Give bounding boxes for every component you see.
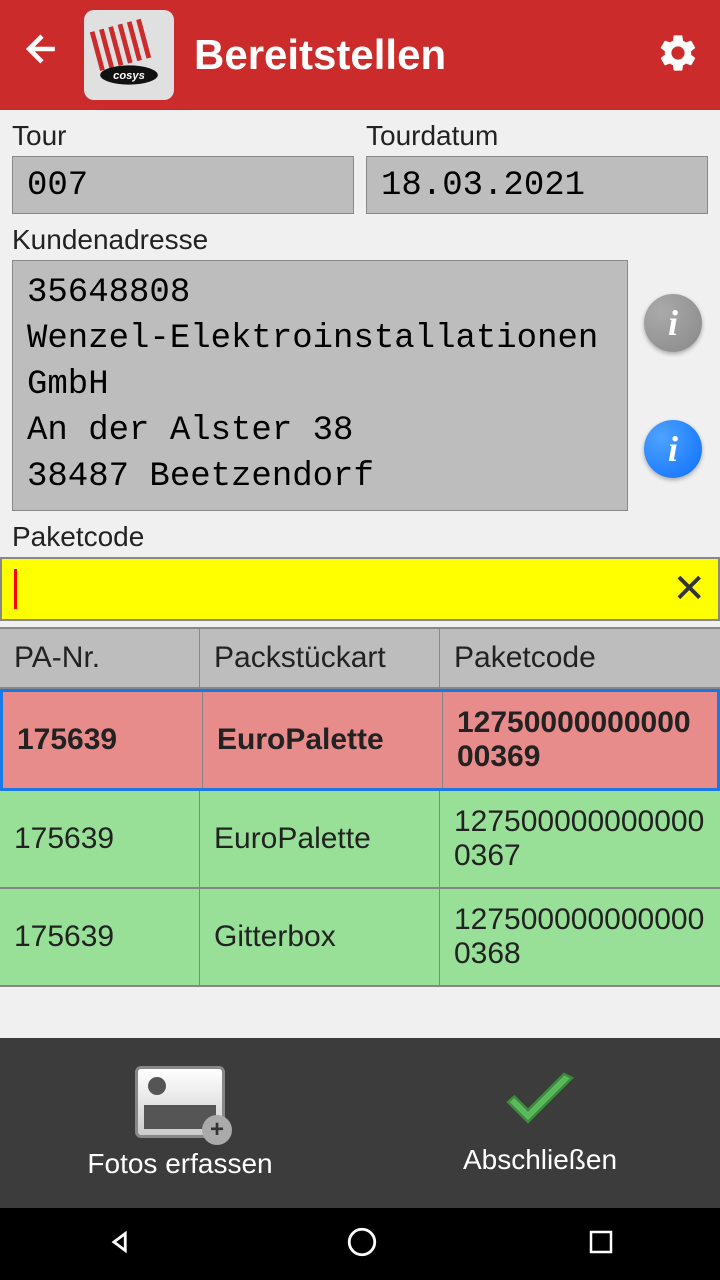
android-nav-bar [0,1208,720,1280]
table-row[interactable]: 175639 EuroPalette 1275000000000000369 [0,689,720,791]
info-button-blue[interactable]: i [644,420,702,478]
paketcode-input[interactable]: ✕ [0,557,720,621]
bottom-toolbar: + Fotos erfassen Abschließen [0,1038,720,1208]
clear-button[interactable]: ✕ [672,566,706,612]
tourdatum-label: Tourdatum [366,120,708,152]
check-icon [500,1070,580,1134]
info-button-gray[interactable]: i [644,294,702,352]
text-cursor [14,569,17,609]
table-row[interactable]: 175639 EuroPalette 1275000000000000367 [0,791,720,889]
packages-table: PA-Nr. Packstückart Paketcode 175639 Eur… [0,627,720,987]
settings-button[interactable] [656,31,700,80]
tour-value[interactable]: 007 [12,156,354,214]
table-row[interactable]: 175639 Gitterbox 1275000000000000368 [0,889,720,987]
back-button[interactable] [20,27,64,83]
abschliessen-label: Abschließen [463,1144,617,1176]
nav-back-button[interactable] [104,1225,138,1264]
nav-home-button[interactable] [345,1225,379,1264]
app-header: cosys Bereitstellen [0,0,720,110]
app-logo: cosys [84,10,174,100]
tourdatum-value[interactable]: 18.03.2021 [366,156,708,214]
th-code: Paketcode [440,629,720,687]
cell-pa: 175639 [0,791,200,887]
photo-icon: + [135,1066,225,1138]
th-art: Packstückart [200,629,440,687]
th-pa: PA-Nr. [0,629,200,687]
table-header: PA-Nr. Packstückart Paketcode [0,627,720,689]
abschliessen-button[interactable]: Abschließen [360,1038,720,1208]
cell-art: Gitterbox [200,889,440,985]
nav-recent-button[interactable] [586,1227,616,1262]
kundenadresse-value[interactable]: 35648808 Wenzel-Elektroinstallationen Gm… [12,260,628,511]
fotos-label: Fotos erfassen [87,1148,272,1180]
svg-text:cosys: cosys [113,70,145,82]
cell-code: 1275000000000000367 [440,791,720,887]
page-title: Bereitstellen [194,31,656,79]
cell-art: EuroPalette [200,791,440,887]
cell-pa: 175639 [3,692,203,788]
cell-code: 1275000000000000369 [443,692,717,788]
kundenadresse-label: Kundenadresse [12,224,708,256]
paketcode-label: Paketcode [12,521,708,553]
cell-code: 1275000000000000368 [440,889,720,985]
fotos-erfassen-button[interactable]: + Fotos erfassen [0,1038,360,1208]
cell-pa: 175639 [0,889,200,985]
cell-art: EuroPalette [203,692,443,788]
tour-label: Tour [12,120,354,152]
